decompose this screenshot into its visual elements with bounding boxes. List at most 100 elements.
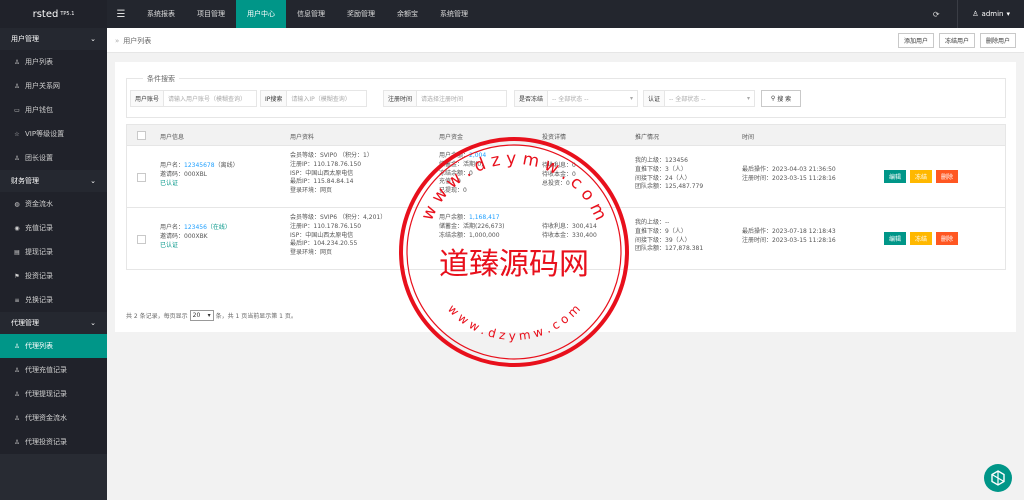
topnav-item[interactable]: 系统报表 [136,0,186,28]
topnav-item[interactable]: 项目管理 [186,0,236,28]
topnav-item[interactable]: 用户中心 [236,0,286,28]
search-button-label: 搜 索 [777,96,792,103]
search-panel: 条件搜索 用户账号 请输入用户账号（模糊查询） IP搜索 请输入IP（模糊查询）… [126,74,1006,118]
sidebar-item-label: 代理提现记录 [25,390,67,398]
ip-input[interactable]: 请输入IP（模糊查询） [287,90,368,107]
topnav-item[interactable]: 系统管理 [429,0,479,28]
auth-select[interactable]: -- 全部状态 -- ▾ [665,90,756,107]
row-checkbox[interactable] [137,235,146,244]
username-label: 用户名： [160,224,185,231]
sidebar-item-label: 用户钱包 [25,106,53,114]
time-line: 注册时间：2023-03-15 11:28:16 [742,174,836,182]
pagination-prefix: 共 2 条记录，每页显示 [126,313,188,320]
sidebar-item[interactable]: ▭ 用户钱包 [0,98,107,122]
sidebar-section[interactable]: 用户管理 ⌄ [0,28,107,50]
user-profile-cell: 会员等级：SVIP0 （积分：1） 注册IP：110.178.76.150 ISP：… [290,152,373,196]
breadcrumb: » 用户列表 [115,36,151,46]
user-icon: ♙ [14,342,20,350]
promotion-line: 我的上级：-- [635,219,670,226]
sidebar-item[interactable]: ♙ 用户关系网 [0,74,107,98]
auth-status: 已认证 [160,179,179,187]
leader-icon: ♙ [14,154,20,162]
sidebar-item[interactable]: ◍ 资金流水 [0,192,107,216]
per-page-value: 20 [192,312,201,319]
chevron-up-icon: ⌄ [90,177,96,185]
sidebar-item-label: 用户关系网 [25,82,60,90]
flag-icon: ⚑ [14,272,20,280]
sidebar-item[interactable]: ♙ 代理投资记录 [0,430,107,454]
recharge-icon: ◉ [14,224,20,232]
auth-label: 认证 [643,90,666,107]
sidebar-item[interactable]: ♙ 代理提现记录 [0,382,107,406]
list-icon: ≡ [14,296,20,304]
top-navigation: 系统报表 项目管理 用户中心 信息管理 奖励管理 余额宝 系统管理 [136,0,479,28]
frozen-select[interactable]: -- 全部状态 -- ▾ [548,90,639,107]
ip-search: IP搜索 请输入IP（模糊查询） [260,90,368,107]
chevron-down-icon: ▾ [747,95,751,102]
sidebar-item[interactable]: ♙ 代理列表 [0,334,107,358]
coin-icon: ◍ [14,200,20,208]
freeze-button[interactable]: 冻结 [910,232,933,245]
edit-button[interactable]: 编辑 [884,170,907,183]
time-line: 最后操作：2023-07-18 12:18:43 [742,228,836,235]
promotion-line: 直推下级：3（人） [635,165,687,173]
profile-line: 注册IP：110.178.76.150 [290,222,362,230]
delete-user-button[interactable]: 删除用户 [979,33,1016,48]
user-icon: ♙ [14,414,20,422]
floating-action-button[interactable] [984,464,1012,492]
topnav-item[interactable]: 余额宝 [386,0,429,28]
username-link[interactable]: 123456 [184,224,207,231]
sidebar-item-label: 充值记录 [25,224,53,232]
topnav-item[interactable]: 信息管理 [286,0,336,28]
sidebar-item-label: 代理资金流水 [25,414,67,422]
profile-line: 注册IP：110.178.76.150 [290,160,362,168]
sidebar-section[interactable]: 财务管理 ⌄ [0,170,107,192]
promotion-line: 直推下级：9（人） [635,227,687,235]
per-page-select[interactable]: 20 ▾ [189,310,214,321]
sidebar-item-label: 用户列表 [25,58,53,66]
sidebar-item[interactable]: ☆ VIP等级设置 [0,122,107,146]
sidebar-item[interactable]: ♙ 代理充值记录 [0,358,107,382]
sidebar-item[interactable]: ▤ 提现记录 [0,240,107,264]
edit-button[interactable]: 编辑 [884,232,907,245]
sidebar-item[interactable]: ♙ 代理资金流水 [0,406,107,430]
admin-menu[interactable]: ♙ admin ▾ [957,0,1024,28]
sidebar-item[interactable]: ⚑ 投资记录 [0,264,107,288]
username-line: 用户名：123456（在线） [160,224,231,233]
sidebar-item[interactable]: ◉ 充值记录 [0,216,107,240]
row-checkbox[interactable] [137,173,146,182]
sidebar-item[interactable]: ♙ 用户列表 [0,50,107,74]
watermark-stamp: w w w . d z y m w . c o m w w w . d z y … [399,137,629,367]
sidebar-item[interactable]: ♙ 团长设置 [0,146,107,170]
logo[interactable]: rsted TP5.1 [0,0,107,28]
sidebar-item[interactable]: ≡ 兑换记录 [0,288,107,312]
sidebar-item-label: 兑换记录 [25,296,53,304]
header-user-profile: 用户资料 [290,134,315,141]
select-all-checkbox[interactable] [137,131,146,140]
breadcrumb-current[interactable]: 用户列表 [123,37,151,45]
invite-code: 邀请码：000XBL [160,170,208,178]
add-user-button[interactable]: 添加用户 [897,33,934,48]
chevron-down-icon: ▾ [630,95,634,102]
topnav-item[interactable]: 奖励管理 [336,0,386,28]
sidebar-item-label: 代理列表 [25,342,53,350]
menu-toggle-icon[interactable]: ☰ [114,0,128,28]
refresh-icon[interactable]: ⟳ [929,7,943,21]
online-status: （在线） [206,224,231,231]
freeze-button[interactable]: 冻结 [910,170,933,183]
delete-button[interactable]: 删除 [936,232,959,245]
search-button[interactable]: ⚲ 搜 索 [761,90,801,107]
profile-line: 登录环境：网页 [290,249,333,257]
delete-button[interactable]: 删除 [936,170,959,183]
freeze-user-button[interactable]: 冻结用户 [938,33,975,48]
account-input[interactable]: 请输入用户账号（模糊查询） [164,90,258,107]
register-time-input[interactable]: 请选择注册时间 [417,90,508,107]
top-right-tools: ⟳ ♙ admin ▾ [929,0,1024,28]
username-line: 用户名：12345678（离线） [160,162,239,171]
sidebar-section[interactable]: 代理管理 ⌄ [0,312,107,334]
time-search: 注册时间 请选择注册时间 [383,90,508,107]
username-link[interactable]: 12345678 [184,162,215,169]
user-profile-cell: 会员等级：SVIP6 （积分：4,201） 注册IP：110.178.76.150… [290,214,386,258]
profile-line: 会员等级：SVIP6 （积分：4,201） [290,214,387,221]
header-user-info: 用户信息 [160,134,185,141]
